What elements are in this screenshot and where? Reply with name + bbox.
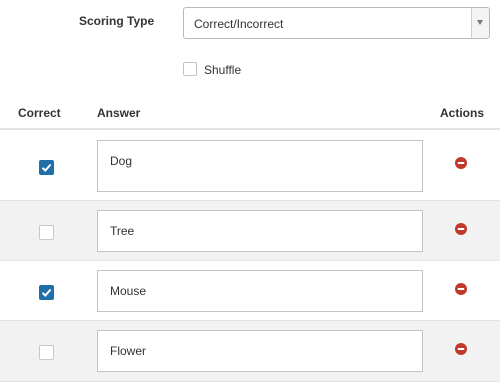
shuffle-checkbox[interactable] (183, 62, 197, 76)
correct-checkbox[interactable] (39, 160, 54, 175)
remove-icon[interactable] (455, 157, 467, 169)
answer-text: Tree (110, 224, 135, 238)
checkmark-icon (41, 288, 52, 297)
remove-icon[interactable] (455, 223, 467, 235)
answer-row: Tree (0, 201, 500, 261)
correct-checkbox[interactable] (39, 225, 54, 240)
remove-icon[interactable] (455, 283, 467, 295)
answer-text: Mouse (110, 284, 147, 298)
dropdown-arrow-zone[interactable] (471, 8, 489, 38)
answer-input[interactable]: Dog (97, 140, 423, 192)
remove-icon[interactable] (455, 343, 467, 355)
correct-checkbox[interactable] (39, 345, 54, 360)
answer-text: Dog (110, 154, 133, 168)
scoring-type-label: Scoring Type (79, 14, 155, 28)
shuffle-label: Shuffle (204, 63, 242, 77)
header-correct: Correct (18, 106, 61, 120)
answer-input[interactable]: Flower (97, 330, 423, 372)
scoring-type-select[interactable]: Correct/Incorrect (183, 7, 490, 39)
header-answer: Answer (97, 106, 141, 120)
header-actions: Actions (440, 106, 485, 120)
answer-text: Flower (110, 344, 147, 358)
correct-checkbox[interactable] (39, 285, 54, 300)
triangle-down-icon (477, 20, 483, 25)
answer-input[interactable]: Tree (97, 210, 423, 252)
answer-input[interactable]: Mouse (97, 270, 423, 312)
answer-row: Mouse (0, 261, 500, 321)
answers-table-header: Correct Answer Actions (0, 96, 500, 130)
answer-row: Dog (0, 130, 500, 201)
answer-row: Flower (0, 321, 500, 382)
checkmark-icon (41, 163, 52, 172)
scoring-type-value: Correct/Incorrect (194, 17, 284, 31)
